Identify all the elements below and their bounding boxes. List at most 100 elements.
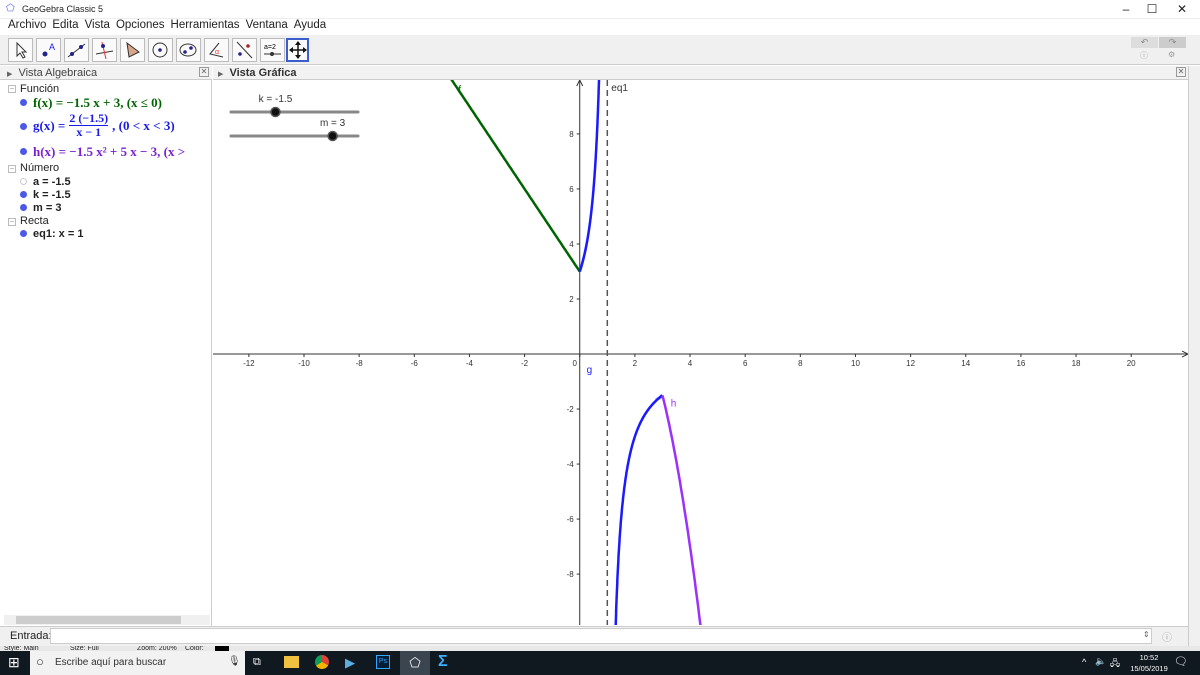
maximize-button[interactable]: ☐	[1136, 0, 1168, 19]
collapse-icon[interactable]: −	[8, 165, 16, 173]
menu-edita[interactable]: Edita	[52, 19, 78, 35]
point-tool[interactable]: A	[36, 38, 61, 62]
line-eq1[interactable]: eq1: x = 1	[33, 228, 83, 240]
polygon-tool[interactable]	[120, 38, 145, 62]
visibility-toggle[interactable]	[20, 204, 27, 211]
visibility-toggle[interactable]	[20, 99, 27, 106]
input-field[interactable]	[50, 628, 1152, 644]
move-graphics-tool[interactable]	[286, 38, 309, 62]
menu-archivo[interactable]: Archivo	[8, 19, 46, 35]
menu-vista[interactable]: Vista	[85, 19, 110, 35]
notifications-icon[interactable]: 🗨	[1174, 655, 1188, 668]
curve-h	[661, 394, 702, 625]
media-player-icon[interactable]: ▶	[345, 655, 355, 671]
ellipse-icon	[179, 43, 197, 57]
angle-tool[interactable]: α	[204, 38, 229, 62]
title-bar: ⬠ GeoGebra Classic 5 – ☐ ✕	[0, 0, 1200, 19]
perpendicular-tool[interactable]	[92, 38, 117, 62]
clock-date[interactable]: 15/05/2019	[1124, 664, 1174, 673]
angle-icon: α	[209, 42, 224, 58]
perpendicular-line-icon	[95, 41, 114, 60]
function-g[interactable]: g(x) = 2 (−1.5) x − 1 , (0 < x < 3)	[33, 112, 175, 139]
close-view-icon[interactable]: ✕	[199, 67, 209, 77]
horizontal-scrollbar[interactable]	[4, 615, 210, 625]
polygon-icon	[126, 41, 140, 58]
collapse-triangle-icon[interactable]: ▶	[7, 71, 12, 78]
move-arrows-icon	[289, 41, 307, 59]
windows-start-icon[interactable]: ⊞	[8, 654, 20, 671]
function-f[interactable]: f(x) = −1.5 x + 3, (x ≤ 0)	[33, 95, 162, 111]
x-tick-label: -6	[411, 359, 419, 368]
y-tick-label: -6	[567, 515, 575, 524]
curve-g	[578, 80, 601, 273]
g-condition: , (0 < x < 3)	[112, 117, 175, 133]
number-m[interactable]: m = 3	[33, 202, 61, 214]
scrollbar-thumb[interactable]	[16, 616, 181, 624]
visibility-toggle[interactable]	[20, 191, 27, 198]
cortana-icon: ○	[36, 654, 44, 669]
close-button[interactable]: ✕	[1166, 0, 1198, 19]
label-eq1: eq1	[611, 83, 628, 94]
taskbar: ⊞ ○ Escribe aquí para buscar 🎙 ⧉ ▶ Ps ⬠ …	[0, 651, 1200, 675]
menu-bar: Archivo Edita Vista Opciones Herramienta…	[0, 19, 1200, 35]
redo-button[interactable]: ↷	[1159, 37, 1186, 48]
visibility-toggle[interactable]	[20, 230, 27, 237]
x-tick-label: 0	[573, 359, 578, 368]
x-tick-label: 16	[1016, 359, 1025, 368]
y-tick-label: 4	[569, 240, 574, 249]
x-tick-label: 14	[961, 359, 970, 368]
number-k[interactable]: k = -1.5	[33, 189, 71, 201]
collapse-triangle-icon[interactable]: ▶	[218, 71, 223, 78]
slider-knob[interactable]	[270, 106, 281, 118]
line-tool[interactable]	[64, 38, 89, 62]
collapse-icon[interactable]: −	[8, 218, 16, 226]
reflect-tool[interactable]	[232, 38, 257, 62]
g-denominator: x − 1	[76, 125, 102, 139]
help-icon[interactable]: ⓘ	[1162, 629, 1172, 644]
menu-ventana[interactable]: Ventana	[246, 19, 288, 35]
x-tick-label: -10	[298, 359, 310, 368]
slider-icon: a=2	[264, 44, 281, 56]
svg-text:α: α	[215, 49, 219, 56]
visibility-toggle[interactable]	[20, 123, 27, 130]
graphics-view[interactable]: -12 -10 -8 -6 -4 -2 0 2 4 6 8 10 12 14 16 18 20 -8 -6 -4 -2 2…	[213, 80, 1188, 625]
menu-herramientas[interactable]: Herramientas	[171, 19, 240, 35]
volume-icon[interactable]: 🔈	[1095, 656, 1106, 667]
side-panel-toggle[interactable]	[1188, 66, 1200, 646]
circle-tool[interactable]	[148, 38, 173, 62]
dropdown-icon[interactable]: ⇕	[1143, 630, 1150, 639]
help-icon[interactable]: ⓘ	[1140, 50, 1148, 61]
x-tick-label: -8	[356, 359, 364, 368]
visibility-toggle[interactable]	[20, 148, 27, 155]
conic-tool[interactable]	[176, 38, 201, 62]
label-g: g	[587, 365, 593, 376]
file-explorer-icon[interactable]	[284, 656, 299, 668]
chrome-icon[interactable]	[315, 655, 329, 669]
network-icon[interactable]: 🖧	[1110, 656, 1120, 672]
photoshop-icon[interactable]: Ps	[376, 655, 390, 669]
search-box[interactable]: ○ Escribe aquí para buscar 🎙	[30, 651, 245, 675]
curve-g	[614, 394, 664, 625]
menu-ayuda[interactable]: Ayuda	[294, 19, 326, 35]
close-view-icon[interactable]: ✕	[1176, 67, 1186, 77]
move-tool[interactable]	[8, 38, 33, 62]
microphone-icon[interactable]: 🎙	[228, 656, 241, 667]
number-a[interactable]: a = -1.5	[33, 176, 71, 188]
clock-time[interactable]: 10:52	[1130, 653, 1168, 662]
visibility-toggle[interactable]	[20, 178, 27, 185]
sigma-app-icon[interactable]: Σ	[438, 653, 448, 671]
geogebra-taskbar-icon[interactable]: ⬠	[400, 651, 430, 675]
input-label: Entrada:	[10, 630, 52, 642]
graph-canvas[interactable]: -12 -10 -8 -6 -4 -2 0 2 4 6 8 10 12 14 16 18 20 -8 -6 -4 -2 2…	[213, 80, 1188, 625]
circle-icon	[152, 42, 168, 58]
function-h[interactable]: h(x) = −1.5 x² + 5 x − 3, (x >	[33, 144, 211, 160]
curve-f	[450, 80, 581, 273]
collapse-icon[interactable]: −	[8, 85, 16, 93]
task-view-icon[interactable]: ⧉	[253, 656, 261, 669]
gear-icon[interactable]: ⚙	[1168, 50, 1175, 59]
menu-opciones[interactable]: Opciones	[116, 19, 165, 35]
slider-tool[interactable]: a=2	[260, 38, 285, 62]
slider-knob[interactable]	[327, 130, 338, 142]
undo-button[interactable]: ↶	[1131, 37, 1158, 48]
tray-chevron-icon[interactable]: ^	[1082, 657, 1086, 667]
